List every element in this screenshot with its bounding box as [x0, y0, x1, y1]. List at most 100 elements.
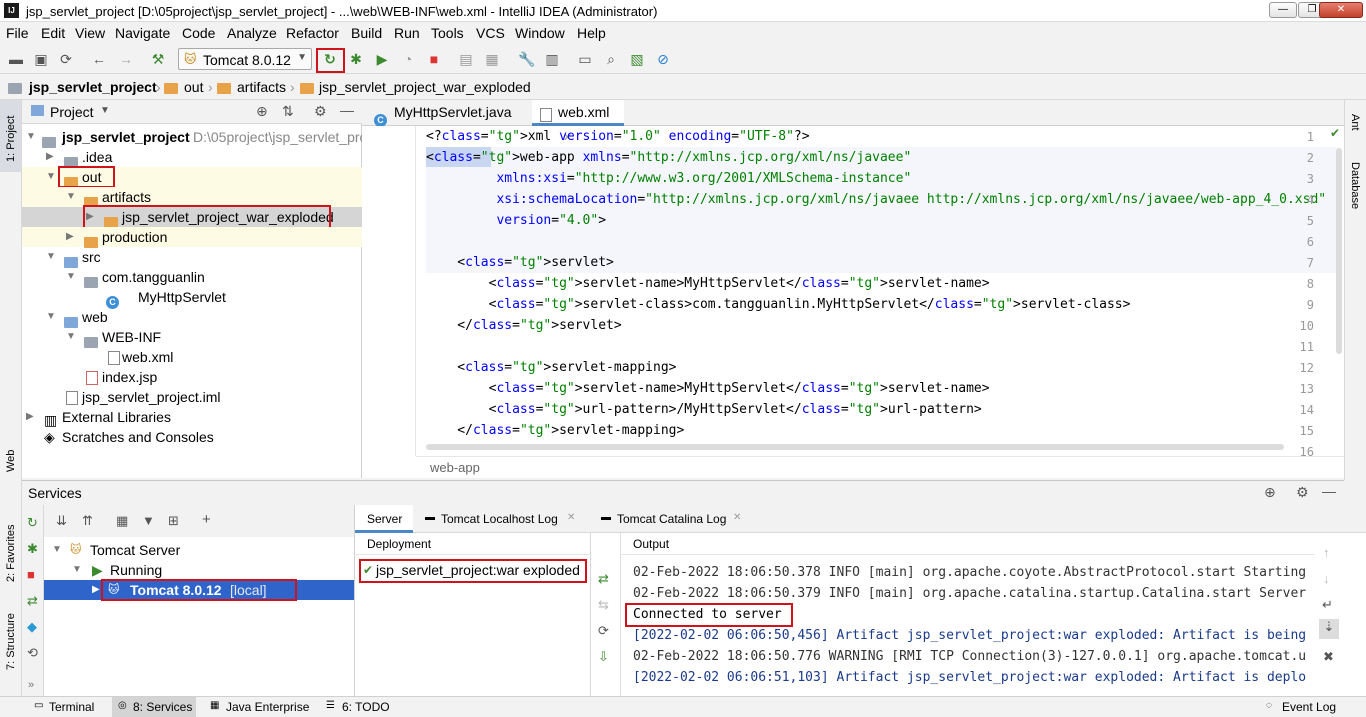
- back-arrow-icon[interactable]: ←: [91, 51, 107, 67]
- tab-server[interactable]: Server: [367, 512, 402, 526]
- open-folder-icon[interactable]: ▬: [8, 51, 24, 67]
- tab-localhost-log[interactable]: Tomcat Localhost Log: [441, 512, 558, 526]
- tree-item-myhttpservlet[interactable]: C MyHttpServlet: [22, 287, 362, 309]
- close-tab-icon[interactable]: ✕: [567, 512, 575, 523]
- tree-item-iml[interactable]: jsp_servlet_project.iml: [22, 387, 362, 407]
- activity-monitor-icon[interactable]: ▧: [629, 51, 645, 67]
- menu-navigate[interactable]: Navigate: [115, 25, 170, 41]
- code-text[interactable]: <?class="tg">xml version="1.0" encoding=…: [362, 126, 1344, 456]
- java-enterprise-button[interactable]: Java Enterprise: [226, 700, 309, 714]
- menu-edit[interactable]: Edit: [41, 25, 65, 41]
- event-log-button[interactable]: Event Log: [1282, 700, 1336, 714]
- download-icon[interactable]: ⇩: [598, 649, 609, 665]
- minimize-button[interactable]: —: [1269, 2, 1297, 18]
- refresh-icon[interactable]: ⟳: [598, 623, 609, 639]
- editor-h-scrollbar[interactable]: [426, 444, 1284, 450]
- chevron-down-icon[interactable]: ▼: [100, 105, 110, 116]
- menu-code[interactable]: Code: [182, 25, 215, 41]
- locate-target-icon[interactable]: ⊕: [1264, 484, 1276, 501]
- collapse-all-icon[interactable]: ⇅: [282, 103, 294, 120]
- locate-target-icon[interactable]: ⊕: [256, 103, 268, 120]
- tree-item-indexjsp[interactable]: index.jsp: [22, 367, 362, 387]
- forward-arrow-icon[interactable]: →: [118, 51, 134, 67]
- sync-icon[interactable]: ⟳: [58, 51, 74, 67]
- tool-window-web[interactable]: Web: [5, 450, 17, 472]
- tab-catalina-log[interactable]: Tomcat Catalina Log: [617, 512, 726, 526]
- tree-item-web[interactable]: ▼ web: [22, 307, 362, 328]
- menu-vcs[interactable]: VCS: [476, 25, 505, 41]
- tree-item-artifacts[interactable]: ▼ artifacts: [22, 187, 362, 208]
- new-tab-icon[interactable]: ⊞: [168, 513, 179, 529]
- tree-item-production[interactable]: ▶ production: [22, 227, 362, 248]
- tool-window-favorites[interactable]: 2: Favorites: [5, 525, 17, 582]
- filter-icon[interactable]: ▼: [142, 513, 155, 528]
- tree-item-scratches[interactable]: ◈ Scratches and Consoles: [22, 427, 362, 447]
- expand-all-icon[interactable]: ⇊: [56, 513, 67, 529]
- tree-item-external-libraries[interactable]: ▶ ▥ External Libraries: [22, 407, 362, 428]
- breadcrumb-item-project[interactable]: jsp_servlet_project: [29, 79, 157, 95]
- menu-window[interactable]: Window: [515, 25, 565, 41]
- tab-webxml[interactable]: web.xml ✕: [532, 100, 624, 144]
- collapse-all-icon[interactable]: ⇈: [82, 513, 93, 529]
- soft-wrap-icon[interactable]: ↵: [1322, 597, 1333, 613]
- menu-refactor[interactable]: Refactor: [286, 25, 339, 41]
- save-icon[interactable]: ▣: [33, 51, 49, 67]
- close-tab-icon[interactable]: ✕: [733, 512, 741, 523]
- close-button[interactable]: ✕: [1319, 2, 1363, 18]
- tree-item-idea[interactable]: ▶ .idea: [22, 147, 362, 168]
- run-configuration-select[interactable]: 🐱 Tomcat 8.0.12 ▼: [178, 48, 312, 70]
- gear-icon[interactable]: ⚙: [1296, 484, 1309, 501]
- terminal-window-icon[interactable]: ▭: [577, 51, 593, 67]
- deploy-icon[interactable]: ▦: [484, 51, 500, 67]
- profile-icon[interactable]: ◔: [400, 51, 416, 67]
- breadcrumb-item-artifacts[interactable]: artifacts: [237, 79, 286, 95]
- menu-analyze[interactable]: Analyze: [227, 25, 277, 41]
- scroll-to-end-icon[interactable]: ⇣: [1319, 619, 1339, 639]
- tree-item-webxml[interactable]: web.xml: [22, 347, 362, 367]
- output-text[interactable]: 02-Feb-2022 18:06:50.378 INFO [main] org…: [621, 555, 1315, 697]
- hide-panel-icon[interactable]: —: [1322, 483, 1336, 499]
- attach-icon[interactable]: ▤: [458, 51, 474, 67]
- add-service-icon[interactable]: +: [202, 511, 211, 528]
- tool-window-project[interactable]: 1: Project: [5, 116, 17, 162]
- artifact-icon[interactable]: ◆: [27, 619, 37, 635]
- scroll-up-icon[interactable]: ↑: [1323, 545, 1330, 560]
- tree-item-running[interactable]: ▼ ▶ Running: [44, 560, 354, 580]
- todo-button[interactable]: 6: TODO: [342, 700, 390, 714]
- gear-icon[interactable]: ⚙: [314, 103, 327, 120]
- debug-bug-icon[interactable]: ✱: [27, 541, 38, 557]
- project-structure-icon[interactable]: ▥: [544, 51, 560, 67]
- undeploy-icon[interactable]: ⇆: [598, 597, 609, 613]
- menu-tools[interactable]: Tools: [431, 25, 464, 41]
- menu-run[interactable]: Run: [394, 25, 420, 41]
- group-icon[interactable]: ▦: [116, 513, 128, 529]
- menu-view[interactable]: View: [75, 25, 105, 41]
- stop-icon[interactable]: ■: [426, 51, 442, 67]
- scroll-down-icon[interactable]: ↓: [1323, 571, 1330, 586]
- debug-bug-icon[interactable]: ✱: [348, 51, 364, 67]
- more-icon[interactable]: »: [28, 679, 34, 691]
- tool-window-ant[interactable]: Ant: [1349, 114, 1361, 131]
- power-save-icon[interactable]: ⊘: [655, 51, 671, 67]
- deploy-icon[interactable]: ⇄: [598, 571, 609, 587]
- services-button[interactable]: 8: Services: [133, 700, 192, 714]
- tree-item-src[interactable]: ▼ src: [22, 247, 362, 268]
- menu-file[interactable]: File: [6, 25, 29, 41]
- tree-item-package[interactable]: ▼ com.tangguanlin: [22, 267, 362, 288]
- terminal-button[interactable]: Terminal: [49, 700, 94, 714]
- deploy-all-icon[interactable]: ⇄: [27, 593, 38, 609]
- clear-output-icon[interactable]: ✖: [1323, 649, 1334, 665]
- editor-scrollbar[interactable]: [1336, 148, 1342, 354]
- hide-panel-icon[interactable]: —: [340, 102, 354, 118]
- tree-item-webinf[interactable]: ▼ WEB-INF: [22, 327, 362, 348]
- xml-path-item[interactable]: web-app: [430, 460, 480, 475]
- refresh-icon[interactable]: ⟲: [27, 645, 38, 661]
- project-view-selector[interactable]: Project: [50, 104, 94, 120]
- settings-wrench-icon[interactable]: 🔧: [518, 51, 535, 67]
- tree-item-tomcat-server[interactable]: ▼ 🐱 Tomcat Server: [44, 540, 354, 560]
- menu-help[interactable]: Help: [577, 25, 606, 41]
- tool-window-database[interactable]: Database: [1349, 162, 1361, 209]
- tool-window-structure[interactable]: 7: Structure: [5, 613, 17, 670]
- search-icon[interactable]: ⌕: [603, 51, 619, 67]
- menu-build[interactable]: Build: [351, 25, 382, 41]
